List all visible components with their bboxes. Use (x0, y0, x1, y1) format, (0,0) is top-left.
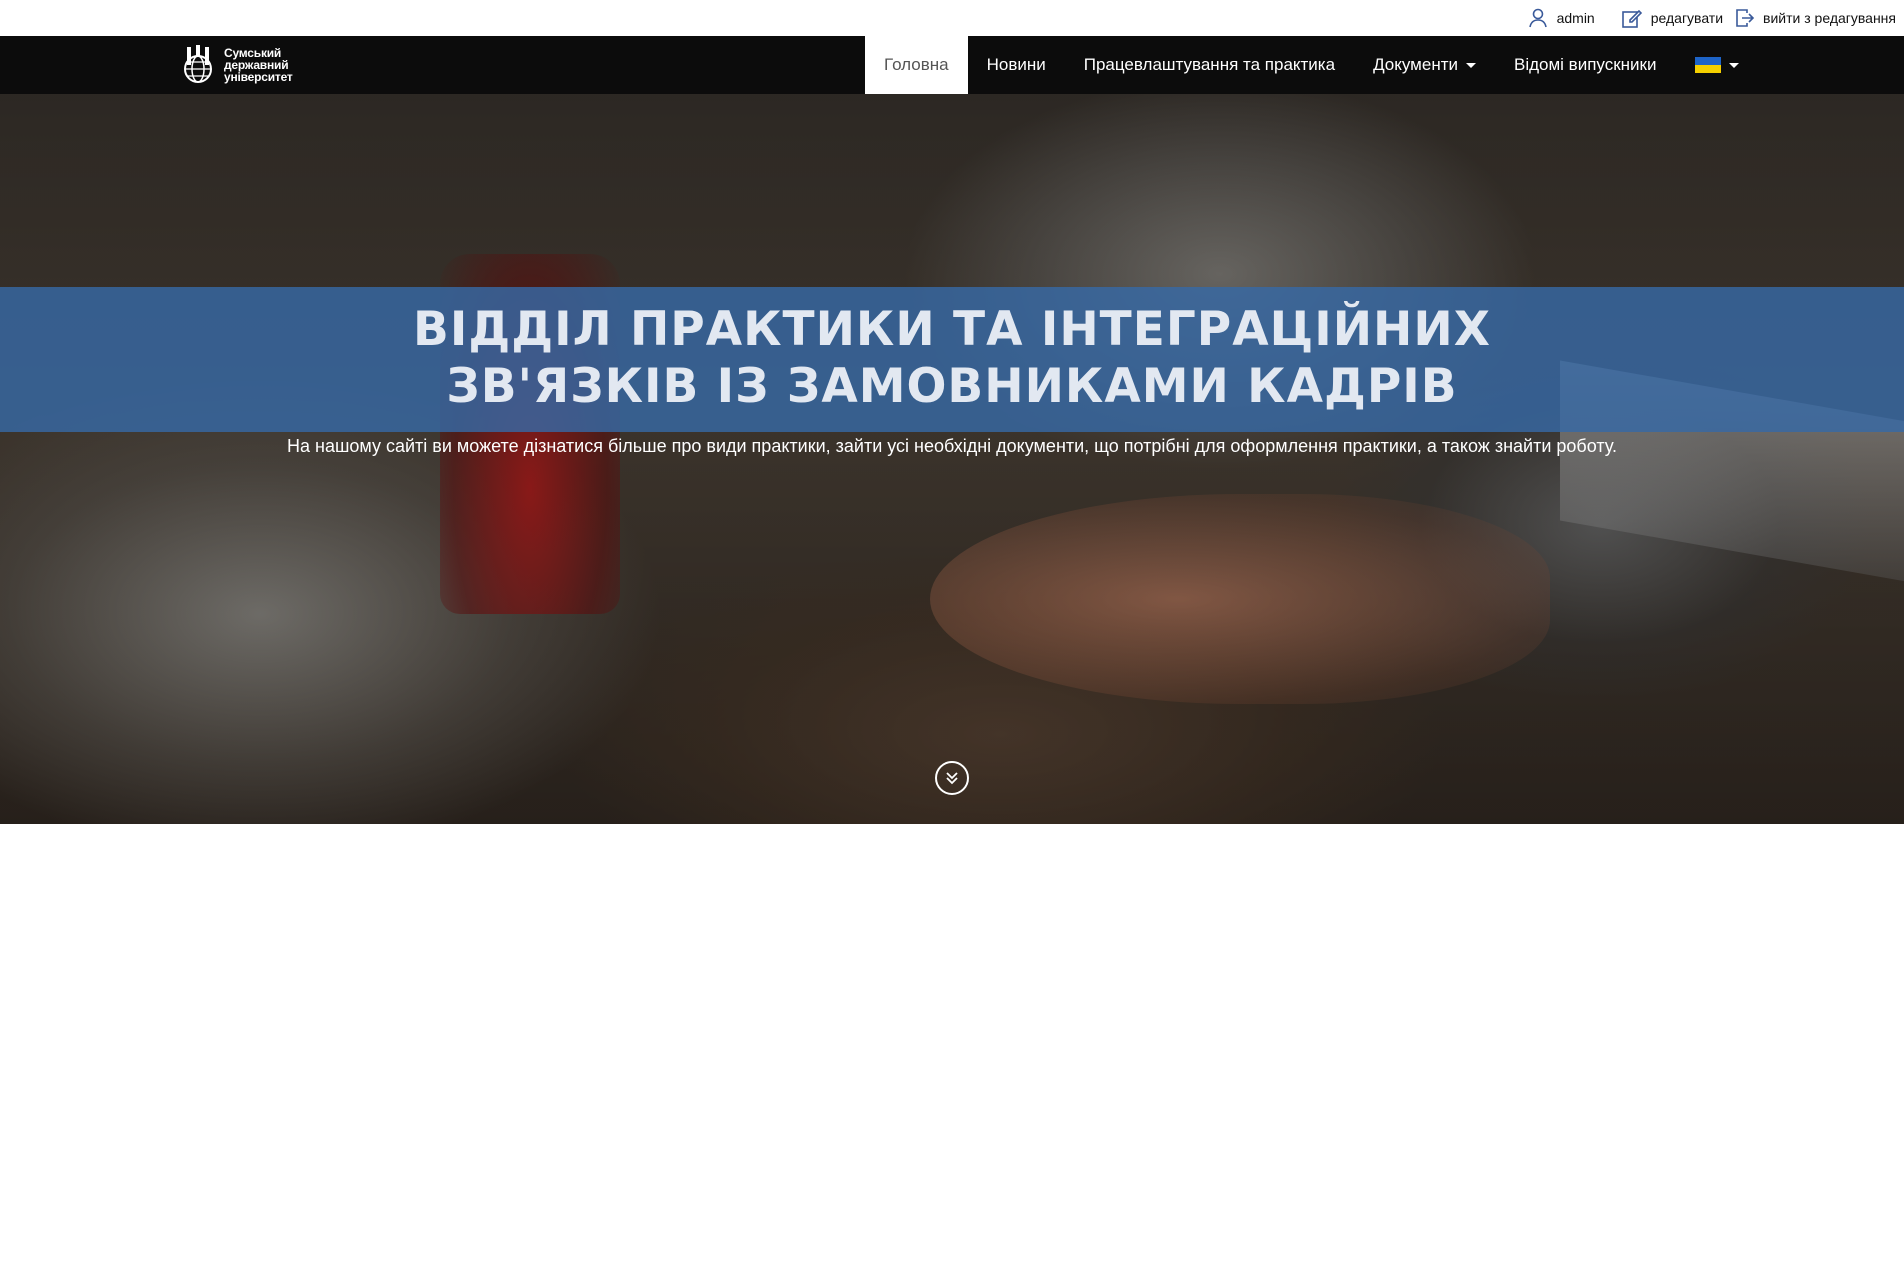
language-selector[interactable] (1675, 36, 1758, 94)
edit-label: редагувати (1650, 10, 1724, 26)
main-navbar: Сумський державний університет Головна Н… (0, 36, 1904, 94)
nav-menu: Головна Новини Працевлаштування та практ… (865, 36, 1758, 94)
user-icon (1527, 7, 1549, 29)
nav-item-alumni[interactable]: Відомі випускники (1495, 36, 1675, 94)
logo-line: університет (224, 70, 293, 84)
exit-icon (1733, 7, 1755, 29)
nav-item-documents-dropdown[interactable]: Документи (1354, 36, 1495, 94)
hero-section: ВІДДІЛ ПРАКТИКИ ТА ІНТЕГРАЦІЙНИХ ЗВ'ЯЗКІ… (0, 94, 1904, 824)
exit-edit-label: вийти з редагування (1763, 10, 1896, 26)
hero-title-line: ЗВ'ЯЗКІВ ІЗ ЗАМОВНИКАМИ КАДРІВ (446, 359, 1458, 414)
university-emblem-icon (178, 43, 218, 87)
nav-item-label: Головна (884, 55, 949, 74)
edit-button[interactable]: редагувати (1621, 7, 1723, 29)
admin-toolbar: admin редагувати вийти з редагування (0, 0, 1904, 36)
nav-item-label: Новини (986, 55, 1046, 74)
exit-edit-button[interactable]: вийти з редагування (1733, 7, 1896, 29)
university-logo[interactable]: Сумський державний університет (178, 43, 293, 87)
caret-down-icon (1466, 62, 1476, 68)
double-chevron-down-icon (946, 772, 958, 785)
admin-user-name: admin (1556, 10, 1595, 26)
ukraine-flag-icon (1695, 57, 1722, 73)
nav-item-employment[interactable]: Працевлаштування та практика (1065, 36, 1354, 94)
nav-item-label: Працевлаштування та практика (1083, 55, 1336, 74)
hero-title: ВІДДІЛ ПРАКТИКИ ТА ІНТЕГРАЦІЙНИХ ЗВ'ЯЗКІ… (0, 301, 1904, 415)
university-name: Сумський державний університет (224, 47, 293, 83)
scroll-down-button[interactable] (935, 761, 969, 795)
hero-title-line: ВІДДІЛ ПРАКТИКИ ТА ІНТЕГРАЦІЙНИХ (413, 302, 1491, 357)
admin-user-link[interactable]: admin (1527, 7, 1595, 29)
edit-icon (1621, 7, 1643, 29)
nav-item-label: Документи (1373, 55, 1458, 74)
hero-subtitle: На нашому сайті ви можете дізнатися біль… (287, 436, 1617, 456)
nav-item-label: Відомі випускники (1514, 55, 1657, 74)
caret-down-icon (1729, 62, 1740, 68)
hero-background-image (930, 494, 1550, 704)
nav-item-home[interactable]: Головна (865, 36, 968, 94)
nav-item-news[interactable]: Новини (968, 36, 1065, 94)
